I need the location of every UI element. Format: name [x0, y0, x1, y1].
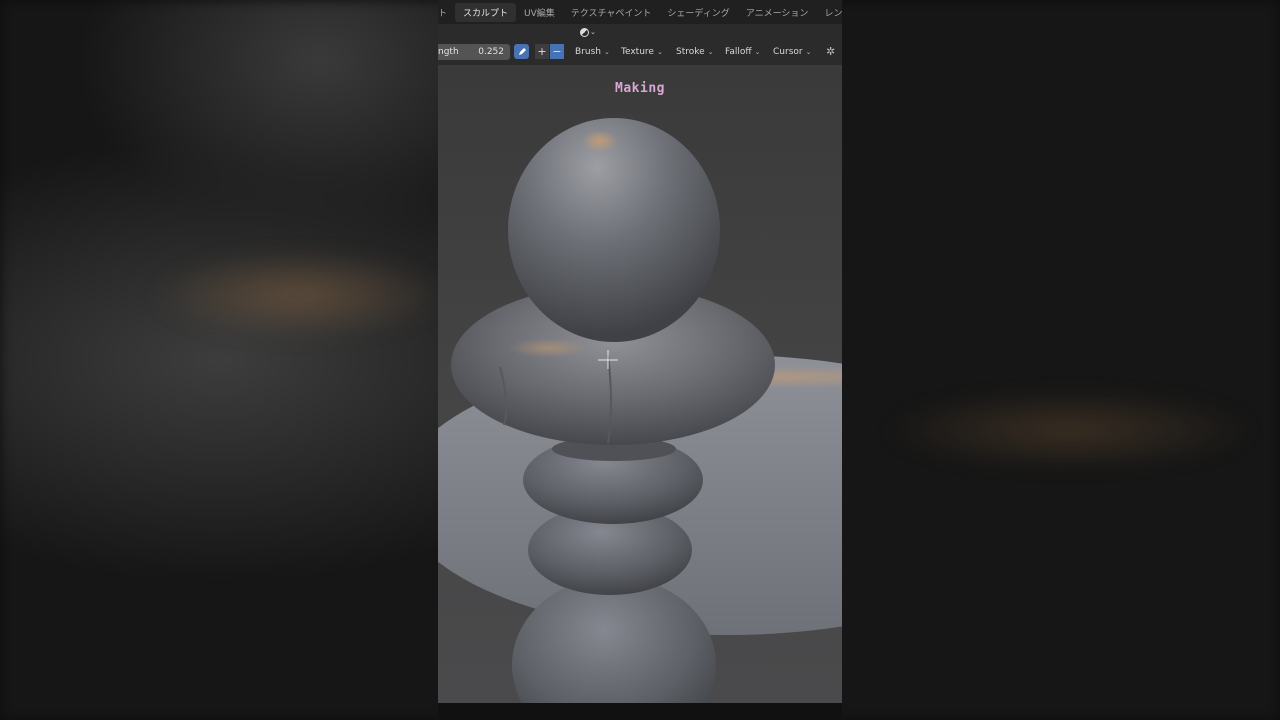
sculpt-mode-icon[interactable]: ⌄: [580, 25, 604, 39]
chevron-down-icon: ⌄: [707, 48, 714, 56]
mode-row: ⌄: [438, 24, 842, 40]
workspace-tabs: ト スカルプト UV編集 テクスチャペイント シェーディング アニメーション レ…: [438, 0, 842, 24]
video-bottom-bar: [438, 703, 842, 720]
direction-toggle: + −: [535, 44, 564, 59]
strength-label: ngth: [438, 47, 459, 57]
workspace-tab-sculpt[interactable]: スカルプト: [455, 2, 517, 22]
texture-dropdown[interactable]: Texture ⌄: [617, 44, 667, 60]
chevron-down-icon: ⌄: [754, 48, 761, 56]
texture-dropdown-label: Texture: [621, 47, 654, 57]
video-frame: ト スカルプト UV編集 テクスチャペイント シェーディング アニメーション レ…: [438, 0, 842, 720]
workspace-tab-uv-editing[interactable]: UV編集: [516, 3, 563, 22]
workspace-tab-rendering[interactable]: レンダリ: [816, 3, 842, 22]
blurred-background-highlight: [150, 250, 450, 340]
pen-pressure-icon[interactable]: [514, 44, 529, 59]
stroke-dropdown[interactable]: Stroke ⌄: [672, 44, 718, 60]
workspace-tab-animation[interactable]: アニメーション: [738, 3, 817, 22]
sculpt-model: [438, 118, 842, 703]
falloff-dropdown-label: Falloff: [725, 47, 752, 57]
3d-viewport[interactable]: Making: [438, 65, 842, 703]
blurred-background-highlight: [880, 390, 1260, 470]
options-icon[interactable]: ✲: [826, 45, 840, 59]
subtract-direction-button[interactable]: −: [550, 44, 564, 59]
workspace-tab[interactable]: ト: [438, 3, 455, 22]
stroke-dropdown-label: Stroke: [676, 47, 705, 57]
brush-dropdown[interactable]: Brush ⌄: [571, 44, 614, 60]
brush-dropdown-label: Brush: [575, 47, 601, 57]
chevron-down-icon: ⌄: [805, 48, 812, 56]
add-direction-button[interactable]: +: [535, 44, 549, 59]
overlay-caption: Making: [615, 81, 665, 96]
strength-field[interactable]: ngth 0.252: [438, 44, 510, 60]
strength-value: 0.252: [478, 47, 504, 57]
workspace-tab-texture-paint[interactable]: テクスチャペイント: [563, 3, 660, 22]
chevron-down-icon: ⌄: [603, 48, 610, 56]
falloff-dropdown[interactable]: Falloff ⌄: [721, 44, 764, 60]
tool-header: ngth 0.252 + − Brush ⌄ Texture ⌄ Stroke ⌄ F…: [438, 40, 842, 66]
cursor-dropdown-label: Cursor: [773, 47, 803, 57]
chevron-down-icon: ⌄: [656, 48, 663, 56]
cursor-dropdown[interactable]: Cursor ⌄: [769, 44, 815, 60]
workspace-tab-shading[interactable]: シェーディング: [659, 3, 737, 22]
